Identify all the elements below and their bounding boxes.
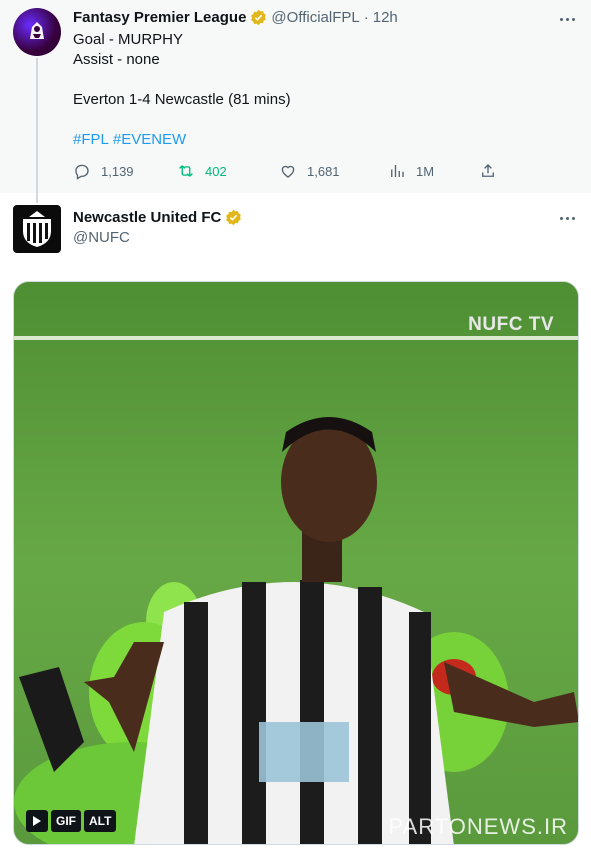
view-count: 1M [416, 163, 435, 179]
retweet-count: 402 [205, 163, 227, 179]
nufc-avatar[interactable] [13, 205, 61, 253]
more-icon[interactable] [555, 206, 579, 230]
overlay-watermark: PARTONEWS.IR [388, 814, 568, 839]
lion-logo-icon [30, 22, 44, 39]
play-icon[interactable] [26, 810, 48, 832]
alt-badge[interactable]: ALT [84, 810, 117, 832]
verified-badge-icon [250, 9, 267, 26]
more-icon[interactable] [555, 7, 579, 31]
reply-header: Newcastle United FC [73, 209, 242, 226]
hashtag-link[interactable]: #FPL [73, 131, 109, 148]
retweet-button[interactable]: 402 [177, 162, 227, 180]
views-button[interactable]: 1M [388, 162, 434, 180]
like-button[interactable]: 1,681 [279, 162, 340, 180]
author-name[interactable]: Newcastle United FC [73, 209, 221, 226]
author-handle[interactable]: @NUFC [73, 229, 130, 246]
reply-icon [75, 164, 89, 180]
share-icon [482, 164, 494, 177]
tweet-text-line-3: Everton 1-4 Newcastle (81 mins) [73, 91, 291, 108]
verified-badge-icon [225, 209, 242, 226]
author-handle[interactable]: @OfficialFPL [271, 9, 359, 26]
retweet-icon [179, 165, 193, 177]
separator-dot: · [363, 9, 369, 26]
share-button[interactable] [479, 162, 497, 180]
thread-connector [36, 58, 38, 203]
tweet-actions: 1,139 402 1,681 1M [73, 162, 503, 182]
crest-logo-icon [23, 211, 51, 247]
gif-badge: GIF [51, 810, 81, 832]
timestamp[interactable]: 12h [373, 9, 398, 26]
media-watermark: NUFC TV [468, 314, 554, 335]
gif-media[interactable]: NUFC TV GIF ALT PARTONEWS.IR [13, 281, 579, 845]
tweet-text-line-1: Goal - MURPHY [73, 31, 184, 48]
fpl-avatar[interactable] [13, 8, 61, 56]
views-icon [391, 165, 404, 177]
author-name[interactable]: Fantasy Premier League [73, 9, 246, 26]
hashtag-link[interactable]: #EVENEW [113, 131, 186, 148]
parent-header: Fantasy Premier League @OfficialFPL · 12… [73, 9, 398, 26]
tweet-text-line-2: Assist - none [73, 51, 160, 68]
like-icon [281, 165, 295, 178]
gif-frame [14, 282, 578, 844]
like-count: 1,681 [307, 163, 340, 179]
media-badges: GIF ALT [26, 810, 117, 832]
reply-button[interactable]: 1,139 [73, 162, 134, 180]
reply-count: 1,139 [101, 163, 134, 179]
hashtags: #FPL #EVENEW [73, 130, 190, 150]
